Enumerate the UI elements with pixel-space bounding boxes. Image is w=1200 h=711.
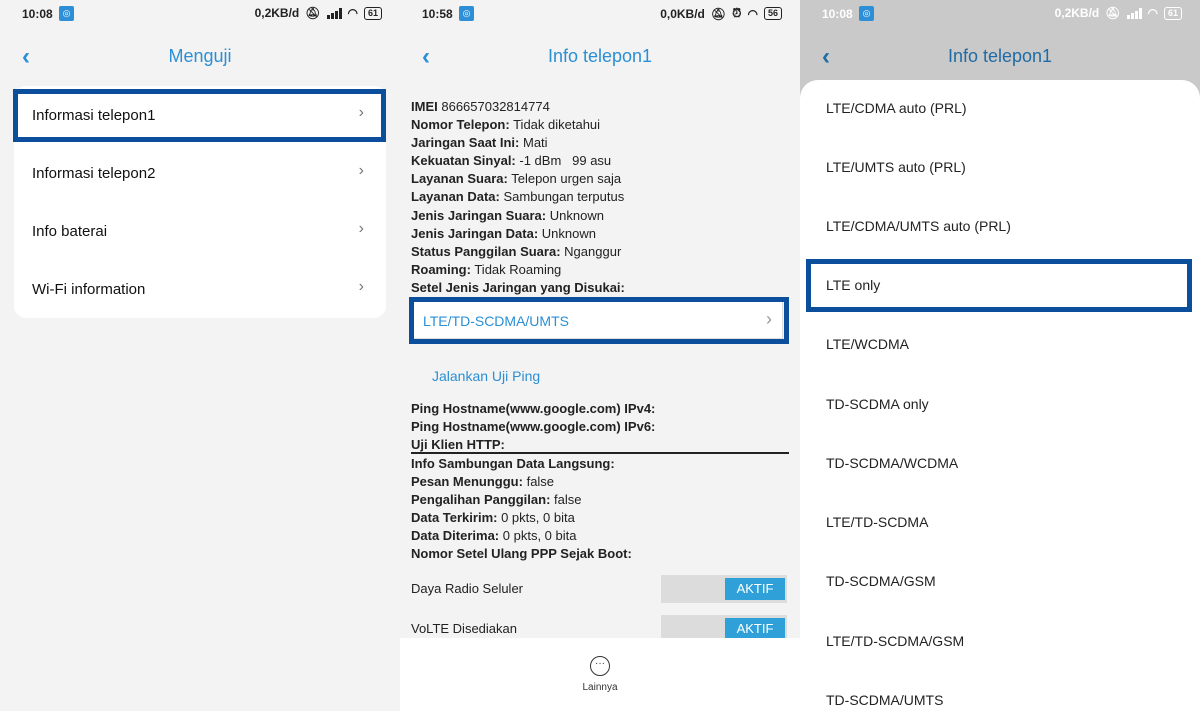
info-row: Jaringan Saat Ini: Mati <box>411 135 548 151</box>
toggle-state: AKTIF <box>725 578 785 600</box>
alarm-icon: ⏰︎ <box>732 6 742 20</box>
divider <box>411 452 789 454</box>
status-time: 10:08 <box>22 7 53 21</box>
info-row: Ping Hostname(www.google.com) IPv4: <box>411 401 656 416</box>
menu-item-wifi-information[interactable]: Wi-Fi information › <box>14 260 386 318</box>
option-lte-umts-auto[interactable]: LTE/UMTS auto (PRL) <box>826 159 966 175</box>
option-lte-cdma-umts-auto[interactable]: LTE/CDMA/UMTS auto (PRL) <box>826 218 1011 234</box>
option-lte-td-scdma[interactable]: LTE/TD-SCDMA <box>826 514 928 530</box>
option-td-scdma-umts[interactable]: TD-SCDMA/UMTS <box>826 692 943 708</box>
info-row: Data Diterima: 0 pkts, 0 bita <box>411 528 577 544</box>
app-notification-icon: ◎ <box>59 6 74 21</box>
info-row: Layanan Suara: Telepon urgen saja <box>411 171 622 187</box>
info-row: Pengalihan Panggilan: false <box>411 492 582 508</box>
screen-testing-menu: 10:08 ◎ 0,2KB/d 🔕︎ ◠ 61 ‹ Menguji Inform… <box>0 0 400 711</box>
info-row: Nomor Telepon: Tidak diketahui <box>411 117 601 133</box>
menu-item-label: Informasi telepon2 <box>32 165 156 182</box>
header: ‹ Info telepon1 <box>400 40 800 74</box>
run-ping-test-button[interactable]: Jalankan Uji Ping <box>432 368 540 384</box>
ping-results: Ping Hostname(www.google.com) IPv4: Ping… <box>411 400 791 454</box>
screen-network-type-picker: 10:08 ◎ 0,2KB/d 🔕︎ ◠ 61 ‹ Info telepon1 … <box>800 0 1200 711</box>
chevron-right-icon: › <box>358 162 364 179</box>
status-bar: 10:08 ◎ 0,2KB/d 🔕︎ ◠ 61 <box>800 0 1200 28</box>
page-title: Info telepon1 <box>547 46 653 66</box>
toggle-label: Daya Radio Seluler <box>411 581 524 596</box>
header: ‹ Menguji <box>0 40 400 74</box>
bottom-bar: ··· Lainnya <box>400 638 800 711</box>
highlight-box <box>806 259 1192 312</box>
menu-item-info-baterai[interactable]: Info baterai › <box>14 202 386 260</box>
mute-icon: 🔕︎ <box>710 6 727 21</box>
screen-phone-info: 10:58 ◎ 0,0KB/d 🔕︎ ⏰︎ ◠ 56 ‹ Info telepo… <box>400 0 800 711</box>
info-row: Pesan Menunggu: false <box>411 474 555 490</box>
info-row: Ping Hostname(www.google.com) IPv6: <box>411 419 656 435</box>
info-row: Info Sambungan Data Langsung: <box>411 456 615 471</box>
option-td-scdma-only[interactable]: TD-SCDMA only <box>826 396 929 412</box>
mute-icon: 🔕︎ <box>305 6 321 20</box>
info-row: Jenis Jaringan Suara: Unknown <box>411 207 604 223</box>
battery-icon: 56 <box>763 7 782 20</box>
info-row: IMEI 866657032814774 <box>411 99 550 114</box>
status-bar: 10:08 ◎ 0,2KB/d 🔕︎ ◠ 61 <box>0 0 400 28</box>
status-time: 10:58 <box>422 7 453 21</box>
status-bar: 10:58 ◎ 0,0KB/d 🔕︎ ⏰︎ ◠ 56 <box>400 0 800 28</box>
info-row: Data Terkirim: 0 pkts, 0 bita <box>411 510 575 526</box>
network-type-sheet: LTE/CDMA auto (PRL) LTE/UMTS auto (PRL) … <box>800 80 1200 711</box>
wifi-icon: ◠ <box>1147 6 1158 20</box>
status-time: 10:08 <box>822 7 853 21</box>
chevron-right-icon: › <box>358 278 364 295</box>
mobile-radio-power-row: Daya Radio Seluler AKTIF <box>411 575 791 603</box>
toggle-label: VoLTE Disediakan <box>411 621 517 636</box>
option-lte-td-scdma-gsm[interactable]: LTE/TD-SCDMA/GSM <box>826 633 964 649</box>
page-title: Menguji <box>168 46 232 66</box>
wifi-icon: ◠ <box>747 6 758 21</box>
highlight-box <box>409 297 789 344</box>
header: ‹ Info telepon1 <box>800 40 1200 74</box>
option-lte-wcdma[interactable]: LTE/WCDMA <box>826 336 909 352</box>
more-label[interactable]: Lainnya <box>400 682 800 693</box>
option-td-scdma-gsm[interactable]: TD-SCDMA/GSM <box>826 573 936 589</box>
menu-item-label: Wi-Fi information <box>32 281 146 298</box>
info-row: Layanan Data: Sambungan terputus <box>411 189 625 205</box>
info-row: Status Panggilan Suara: Nganggur <box>411 243 622 259</box>
battery-icon: 61 <box>363 6 382 20</box>
highlight-box <box>13 89 386 142</box>
info-row: Roaming: Tidak Roaming <box>411 261 562 277</box>
menu-item-informasi-telepon2[interactable]: Informasi telepon2 › <box>14 144 386 202</box>
info-row: Setel Jenis Jaringan yang Disukai: <box>411 279 625 295</box>
app-notification-icon: ◎ <box>859 6 874 21</box>
chevron-right-icon: › <box>358 220 364 237</box>
menu-item-label: Info baterai <box>32 223 108 240</box>
phone-info-list: IMEI 866657032814774 Nomor Telepon: Tida… <box>411 98 791 297</box>
option-td-scdma-wcdma[interactable]: TD-SCDMA/WCDMA <box>826 455 958 471</box>
wifi-icon: ◠ <box>347 6 358 20</box>
more-icon[interactable]: ··· <box>590 656 610 676</box>
signal-icon <box>326 7 342 19</box>
network-speed: 0,0KB/d <box>660 6 705 21</box>
info-row: Nomor Setel Ulang PPP Sejak Boot: <box>411 546 632 562</box>
page-title: Info telepon1 <box>947 46 1053 66</box>
battery-icon: 61 <box>1163 6 1182 20</box>
toggle-state: AKTIF <box>725 618 785 640</box>
network-speed: 0,2KB/d <box>1054 6 1100 20</box>
mobile-radio-power-toggle[interactable]: AKTIF <box>661 575 787 603</box>
info-row: Jenis Jaringan Data: Unknown <box>411 225 596 241</box>
app-notification-icon: ◎ <box>459 6 474 21</box>
option-lte-cdma-auto[interactable]: LTE/CDMA auto (PRL) <box>826 100 967 116</box>
network-speed: 0,2KB/d <box>254 6 300 20</box>
info-row: Kekuatan Sinyal: -1 dBm 99 asu <box>411 153 612 169</box>
data-connection-info: Info Sambungan Data Langsung: Pesan Menu… <box>411 455 791 564</box>
mute-icon: 🔕︎ <box>1105 6 1121 20</box>
signal-icon <box>1126 7 1142 19</box>
